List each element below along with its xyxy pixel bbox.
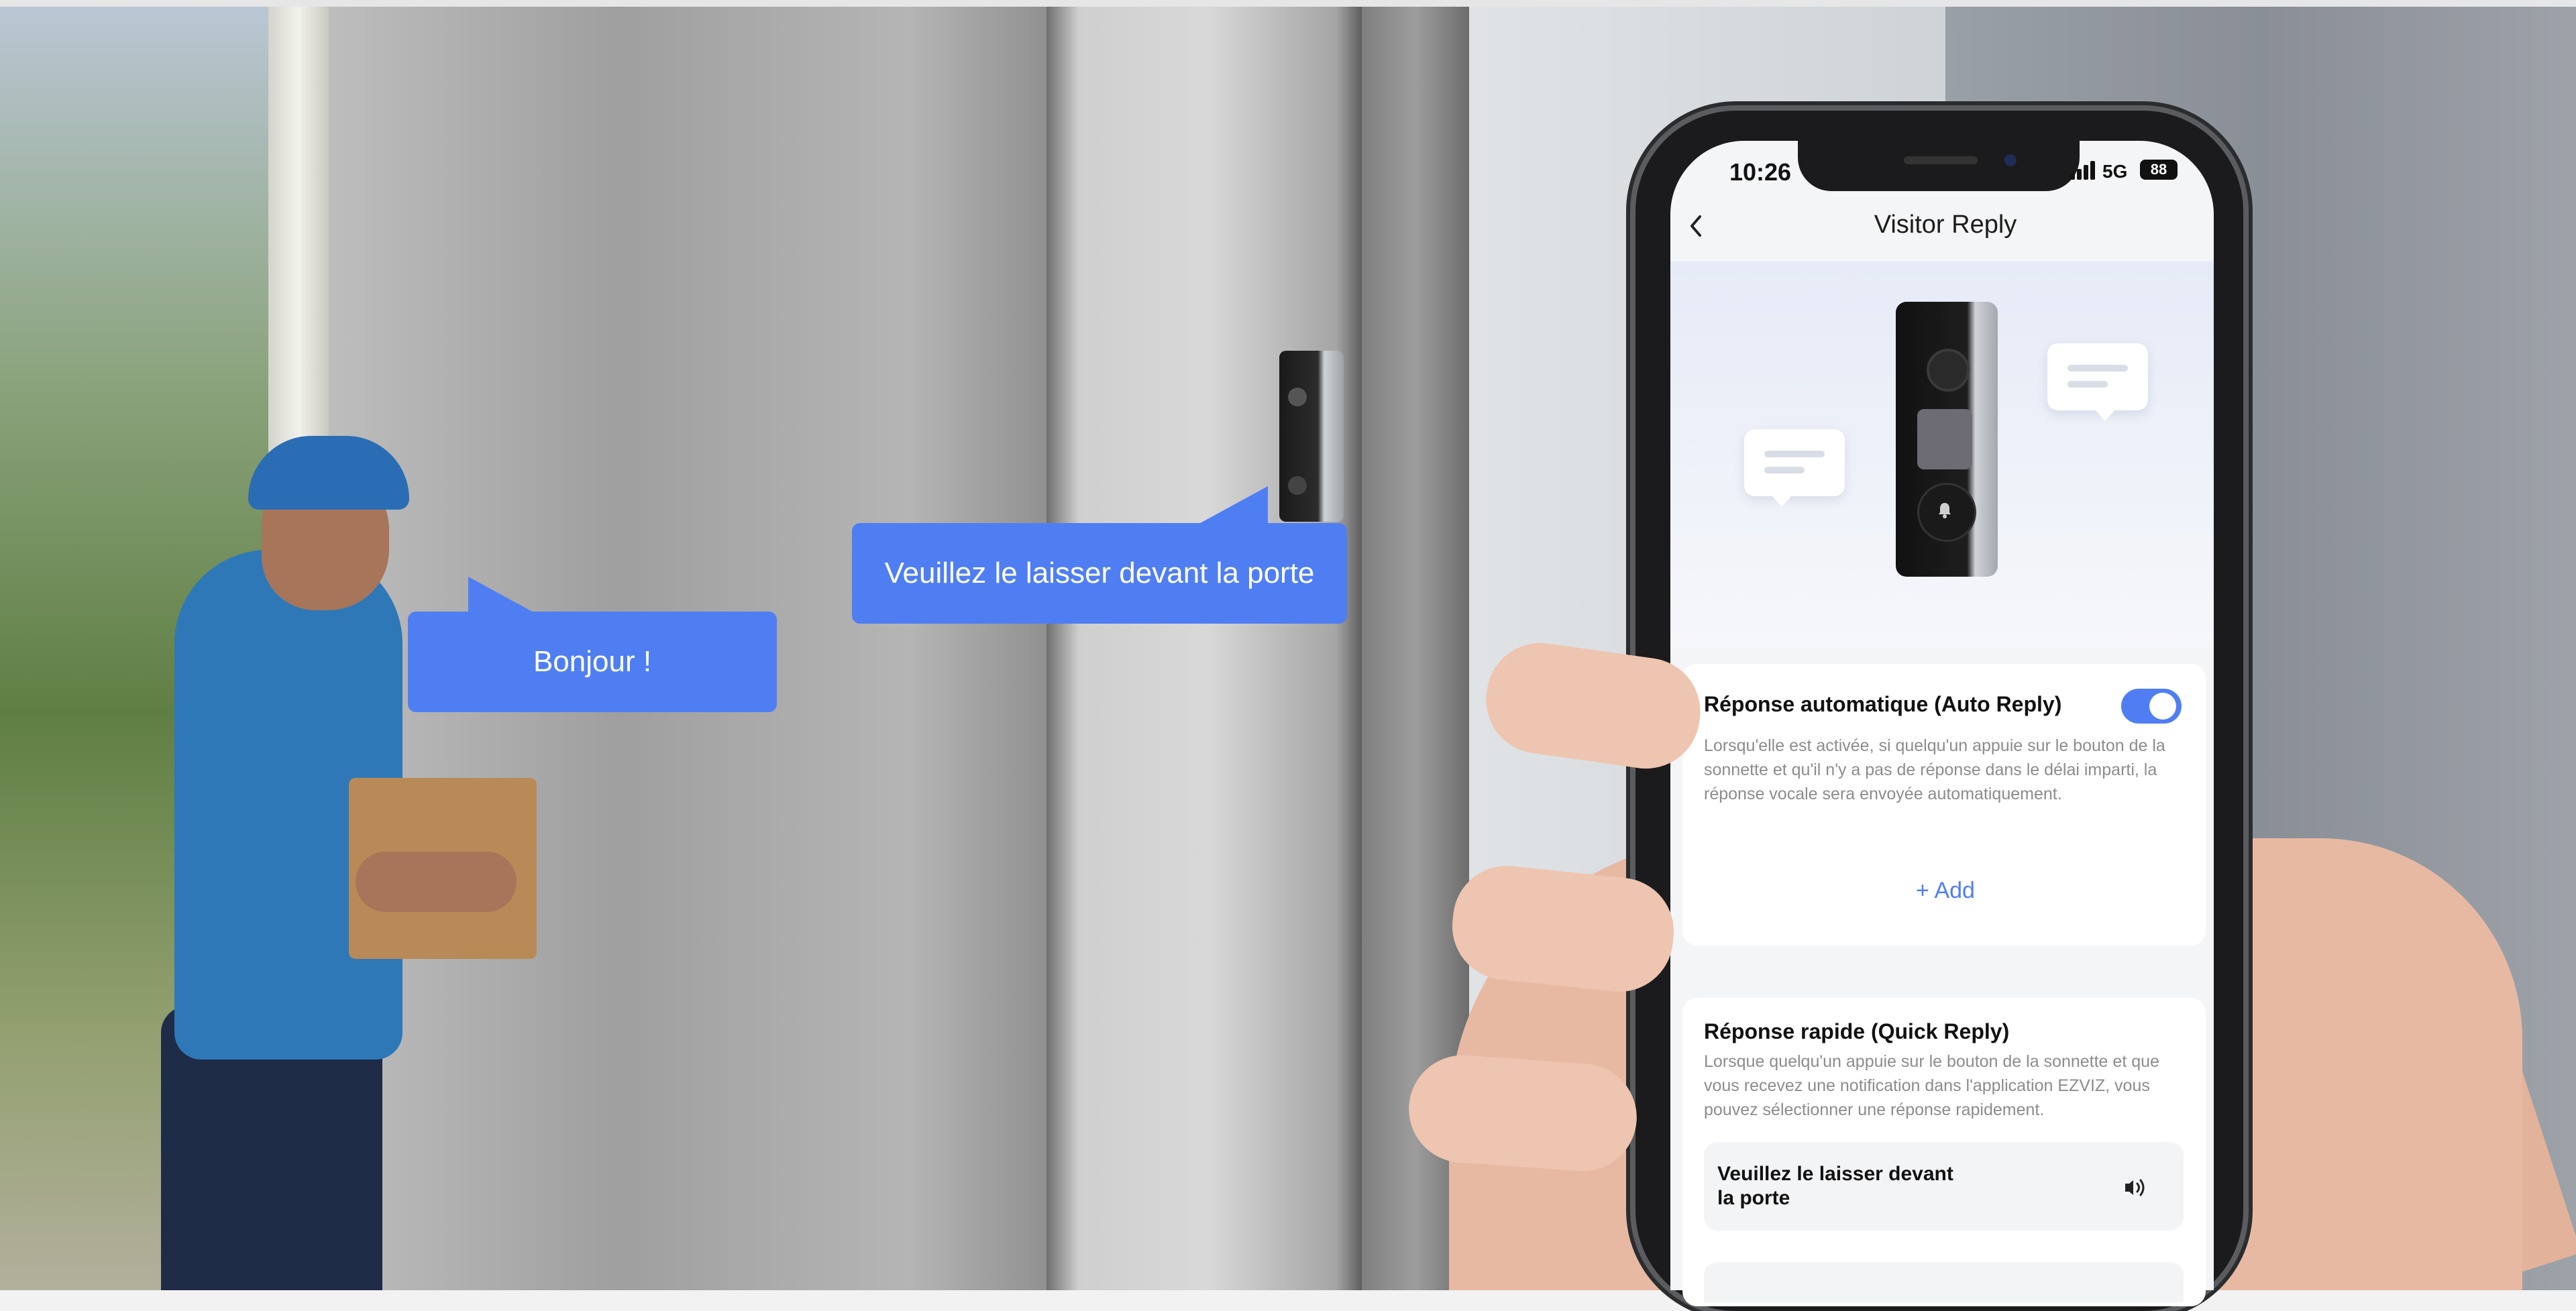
door (1046, 7, 1368, 1290)
page-title: Visitor Reply (1874, 211, 2017, 239)
toggle-knob (2149, 693, 2176, 720)
finger (1405, 1051, 1641, 1175)
quick-reply-description: Lorsque quelqu'un appuie sur le bouton d… (1704, 1052, 2159, 1119)
quick-reply-item-label: Veuillez le laisser devant la porte (1717, 1163, 1953, 1209)
wall-doorbell-lens (1288, 388, 1307, 406)
delivery-man-arm (356, 852, 517, 912)
back-button[interactable] (1682, 209, 1709, 243)
add-reply-button[interactable]: + Add (1865, 872, 2026, 909)
chat-bubble-icon (1744, 429, 1845, 507)
wall-doorbell-button (1288, 476, 1307, 495)
speaker-icon[interactable] (2120, 1172, 2152, 1204)
auto-reply-title: Réponse automatique (Auto Reply) (1704, 692, 2062, 716)
bell-icon (1939, 503, 1951, 518)
speech-bubble-porte: Veuillez le laisser devant la porte (852, 523, 1347, 624)
battery-indicator: 88 (2140, 160, 2178, 180)
status-time: 10:26 (1729, 158, 1792, 186)
top-strip (0, 0, 2576, 7)
doorbell-screen-face (1917, 409, 1972, 469)
speech-bubble-hello-tail (468, 577, 542, 617)
auto-reply-description: Lorsqu'elle est activée, si quelqu'un ap… (1704, 736, 2165, 803)
signal-icon (2070, 161, 2095, 180)
quick-reply-title: Réponse rapide (Quick Reply) (1704, 1019, 2010, 1043)
phone-front-camera (2004, 154, 2017, 166)
phone-speaker (1904, 156, 1978, 164)
quick-reply-item-next[interactable] (1704, 1262, 2184, 1302)
chevron-left-icon (1690, 215, 1701, 237)
speech-bubble-hello: Bonjour ! (408, 612, 777, 712)
chat-bubble-icon (2047, 343, 2148, 421)
phone-notch (1798, 137, 2080, 191)
speech-bubble-porte-tail (1194, 486, 1268, 526)
wall-doorbell (1279, 351, 1344, 522)
doorbell-camera-lens (1927, 349, 1970, 392)
network-type: 5G (2102, 161, 2128, 182)
